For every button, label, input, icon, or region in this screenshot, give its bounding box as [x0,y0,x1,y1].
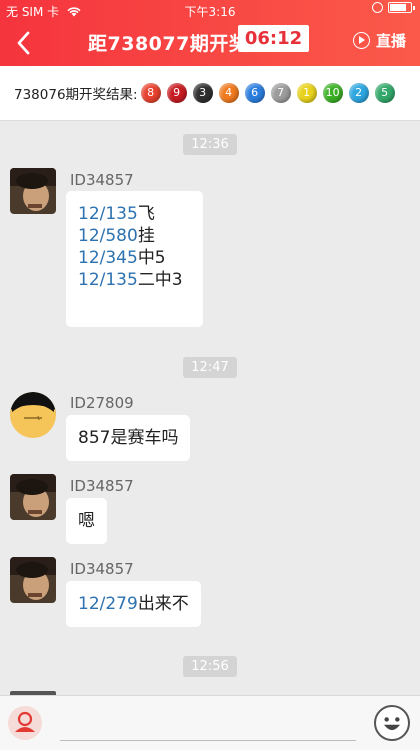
back-icon[interactable] [12,29,38,57]
message-bubble[interactable]: 12/135飞 12/580挂 12/345中5 12/135二中3 [66,191,203,327]
chat-input-bar [0,695,420,750]
timestamp: 12:47 [0,357,420,378]
message-bubble[interactable]: 嗯 [66,498,107,544]
clock: 下午3:16 [184,5,236,19]
avatar[interactable] [10,168,56,214]
draw-results-bar: 738076期开奖结果: 8 9 3 4 6 7 1 10 2 5 [0,66,420,121]
message-bubble[interactable]: 12/279出来不 [66,581,201,627]
message-bubble[interactable]: 857是赛车吗 [66,415,191,461]
user-id: ID27809 [70,394,134,412]
user-id: ID34857 [70,477,134,495]
result-ball: 3 [192,83,213,103]
timestamp: 12:36 [0,134,420,155]
message-link[interactable]: 12/580 [78,226,138,246]
avatar[interactable] [10,392,56,438]
emoji-icon[interactable] [374,705,410,741]
nav-bar: 距738077期开奖 06:12 直播 [0,20,420,66]
result-ball: 8 [140,83,161,103]
avatar[interactable] [10,557,56,603]
user-icon[interactable] [8,706,42,740]
live-button[interactable]: 直播 [352,30,406,51]
results-label: 738076期开奖结果: [14,87,138,103]
message-input[interactable] [60,708,356,738]
status-bar: 无 SIM 卡 下午3:16 [0,0,420,20]
result-ball: 10 [322,83,343,103]
result-ball: 2 [348,83,369,103]
header: 无 SIM 卡 下午3:16 距738077期开奖 06:12 直播 [0,0,420,66]
live-label: 直播 [375,32,406,50]
page-title: 距738077期开奖 [88,33,249,55]
user-id: ID34857 [70,560,134,578]
result-ball: 6 [244,83,265,103]
result-ball: 9 [166,83,187,103]
play-icon [352,32,370,49]
result-ball: 4 [218,83,239,103]
message-link[interactable]: 12/345 [78,248,138,268]
message-link[interactable]: 12/279 [78,594,138,614]
result-balls: 8 9 3 4 6 7 1 10 2 5 [140,83,395,103]
timestamp: 12:56 [0,656,420,677]
avatar[interactable] [10,474,56,520]
input-underline [60,740,356,741]
countdown-timer: 06:12 [238,25,309,52]
orientation-lock-icon [372,2,383,13]
battery-icon [388,2,415,13]
result-ball: 5 [374,83,395,103]
chat-list[interactable]: 12:36 ID34857 12/135飞 12/580挂 12/345中5 1… [0,121,420,695]
result-ball: 7 [270,83,291,103]
message-link[interactable]: 12/135 [78,270,138,290]
message-link[interactable]: 12/135 [78,204,138,224]
user-id: ID34857 [70,171,134,189]
result-ball: 1 [296,83,317,103]
